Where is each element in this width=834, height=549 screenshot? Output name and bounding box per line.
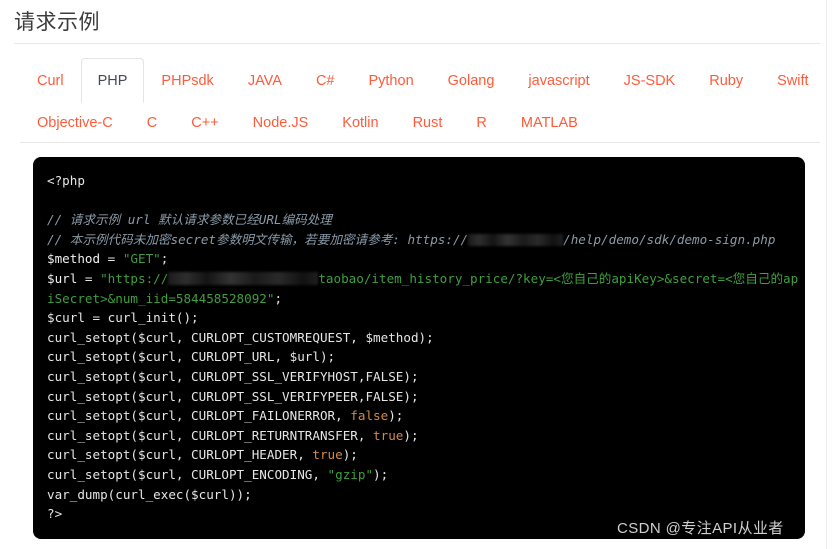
comment-2-prefix: // 本示例代码未加密secret参数明文传输，若要加密请参考: https:/… <box>47 231 469 247</box>
code-line-setopt-encoding: curl_setopt($curl, CURLOPT_ENCODING, "gz… <box>47 465 805 485</box>
code-content: <?php // 请求示例 url 默认请求参数已经URL编码处理 // 本示例代码… <box>47 171 805 524</box>
tab-javascript[interactable]: javascript <box>511 58 606 103</box>
request-example-page: 请求示例 Curl PHP PHPsdk JAVA C# Python Gola… <box>0 0 834 549</box>
tab-phpsdk[interactable]: PHPsdk <box>144 58 230 103</box>
tab-php[interactable]: PHP <box>80 58 145 103</box>
code-line-setopt-verifyhost: curl_setopt($curl, CURLOPT_SSL_VERIFYHOS… <box>47 368 419 384</box>
tab-cpp[interactable]: C++ <box>174 105 235 141</box>
tab-objective-c[interactable]: Objective-C <box>20 105 130 141</box>
failonerror-pre: curl_setopt($curl, CURLOPT_FAILONERROR, <box>47 408 351 424</box>
tab-r[interactable]: R <box>459 105 503 141</box>
tab-nodejs[interactable]: Node.JS <box>236 105 326 141</box>
tab-python[interactable]: Python <box>351 58 430 103</box>
tab-curl[interactable]: Curl <box>20 58 81 103</box>
returntransfer-value: true <box>373 427 404 443</box>
code-line-setopt-verifypeer: curl_setopt($curl, CURLOPT_SSL_VERIFYPEE… <box>47 388 419 404</box>
url-eq: = <box>77 270 101 286</box>
tab-c[interactable]: C <box>130 105 174 141</box>
code-line-comment-1: // 请求示例 url 默认请求参数已经URL编码处理 <box>47 212 332 228</box>
language-tabs-row-1: Curl PHP PHPsdk JAVA C# Python Golang ja… <box>20 58 820 105</box>
code-line-method: $method = "GET"; <box>47 249 805 269</box>
comment-2-suffix: /help/demo/sdk/demo-sign.php <box>563 231 776 247</box>
code-line-setopt-failonerror: curl_setopt($curl, CURLOPT_FAILONERROR, … <box>47 406 805 426</box>
tab-matlab[interactable]: MATLAB <box>504 105 595 141</box>
tab-rust[interactable]: Rust <box>396 105 460 141</box>
code-line-setopt-returntransfer: curl_setopt($curl, CURLOPT_RETURNTRANSFE… <box>47 426 805 446</box>
tab-golang[interactable]: Golang <box>431 58 512 103</box>
tab-js-sdk[interactable]: JS-SDK <box>607 58 693 103</box>
code-line-setopt-header: curl_setopt($curl, CURLOPT_HEADER, true)… <box>47 445 805 465</box>
tab-kotlin[interactable]: Kotlin <box>325 105 395 141</box>
page-right-edge <box>826 0 834 549</box>
failonerror-value: false <box>350 408 389 424</box>
tab-ruby[interactable]: Ruby <box>692 58 760 103</box>
encoding-post: ); <box>373 466 389 482</box>
code-line-url: $url = "https://taobao/item_history_pric… <box>47 269 805 308</box>
method-semicolon: ; <box>160 251 169 267</box>
url-prefix: "https:// <box>100 270 169 286</box>
failonerror-post: ); <box>388 408 404 424</box>
header-post: ); <box>342 447 358 463</box>
tab-csharp[interactable]: C# <box>299 58 352 103</box>
url-var: $url <box>47 270 78 286</box>
url-semicolon: ; <box>274 290 283 306</box>
redacted-host-icon <box>168 271 319 285</box>
encoding-value: "gzip" <box>327 466 374 482</box>
code-line-var-dump: var_dump(curl_exec($curl)); <box>47 486 252 502</box>
code-line-curl-init: $curl = curl_init(); <box>47 310 199 326</box>
code-sample-block[interactable]: <?php // 请求示例 url 默认请求参数已经URL编码处理 // 本示例代码… <box>33 157 805 539</box>
method-var: $method <box>47 251 101 267</box>
redacted-domain-icon <box>468 233 564 246</box>
tabs-underline <box>20 142 820 143</box>
method-eq: = <box>100 251 123 267</box>
returntransfer-pre: curl_setopt($curl, CURLOPT_RETURNTRANSFE… <box>47 427 374 443</box>
header-value: true <box>312 447 343 463</box>
code-line-setopt-customrequest: curl_setopt($curl, CURLOPT_CUSTOMREQUEST… <box>47 329 434 345</box>
tab-java[interactable]: JAVA <box>231 58 299 103</box>
page-title: 请求示例 <box>14 11 100 34</box>
tab-swift[interactable]: Swift <box>760 58 825 103</box>
language-tabs-row-2: Objective-C C C++ Node.JS Kotlin Rust R … <box>20 105 820 142</box>
encoding-pre: curl_setopt($curl, CURLOPT_ENCODING, <box>47 466 328 482</box>
language-tabs: Curl PHP PHPsdk JAVA C# Python Golang ja… <box>20 58 820 142</box>
header-pre: curl_setopt($curl, CURLOPT_HEADER, <box>47 447 313 463</box>
title-divider <box>14 43 820 44</box>
code-line-setopt-url: curl_setopt($curl, CURLOPT_URL, $url); <box>47 349 336 365</box>
csdn-watermark: CSDN @专注API从业者 <box>617 520 784 537</box>
code-line-comment-2: // 本示例代码未加密secret参数明文传输，若要加密请参考: https:/… <box>47 230 805 250</box>
returntransfer-post: ); <box>403 427 419 443</box>
code-line-open-tag: <?php <box>47 173 85 188</box>
method-value: "GET" <box>122 251 161 267</box>
